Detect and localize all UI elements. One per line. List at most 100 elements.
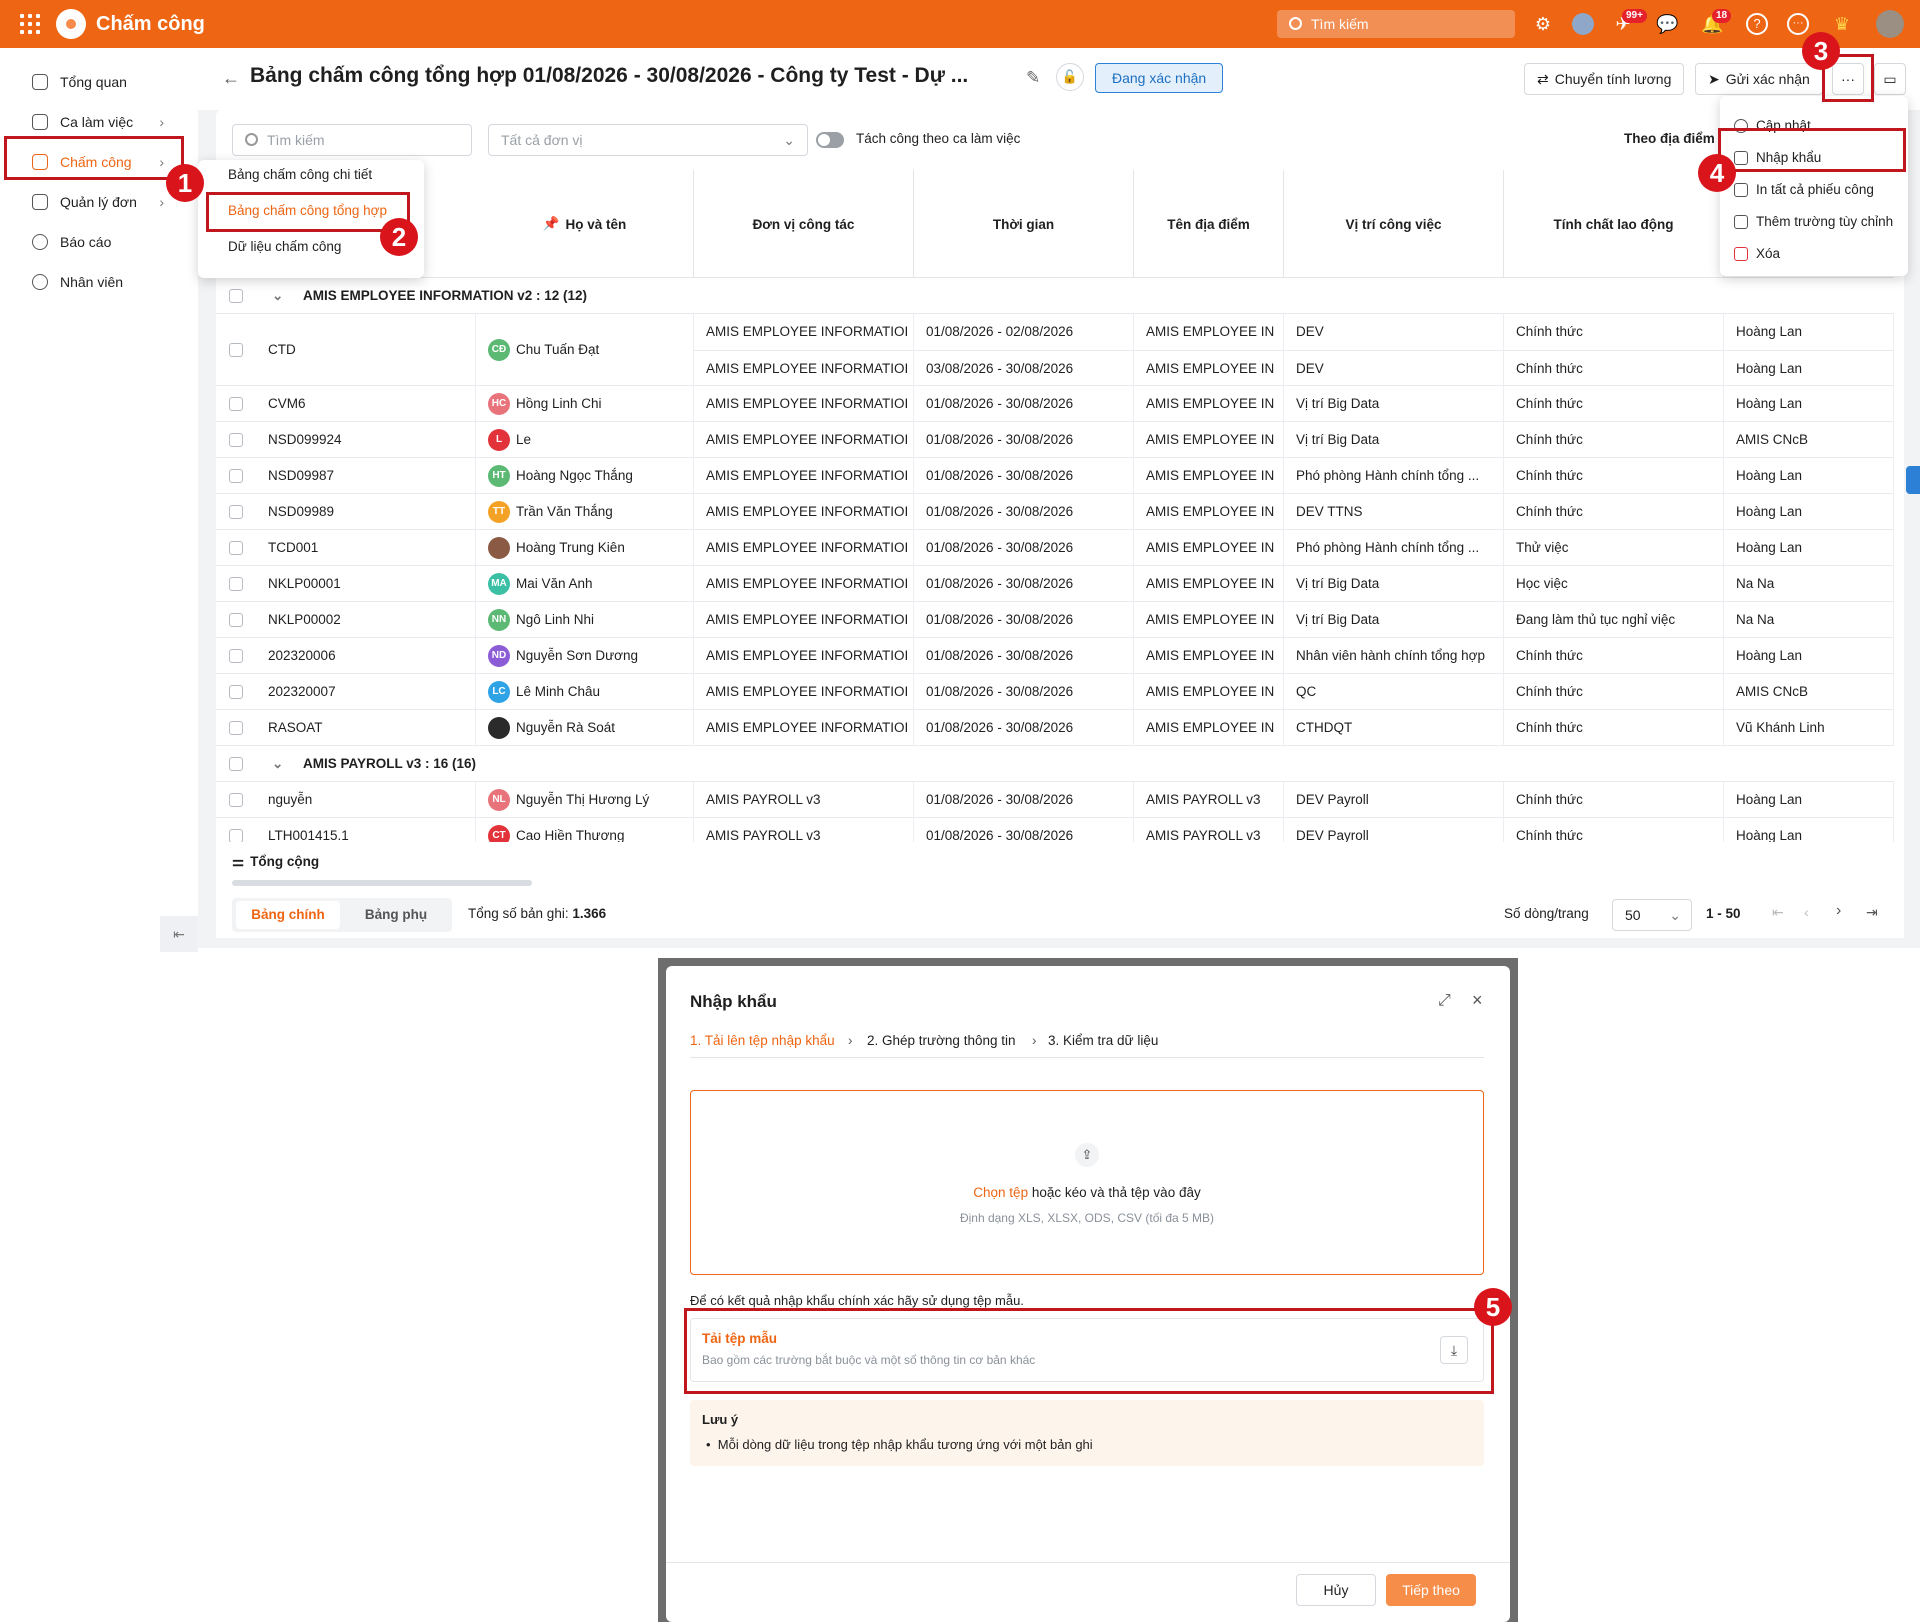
row-checkbox[interactable] — [229, 721, 243, 735]
table-cell: AMIS EMPLOYEE INFORMATIOI — [694, 530, 914, 566]
header-position[interactable]: Vị trí công việc — [1284, 170, 1504, 278]
gift-icon[interactable]: ♛ — [1831, 13, 1853, 35]
table-row[interactable]: CTD CĐ Chu Tuấn Đạt AMIS EMPLOYEE INFORMATI… — [216, 314, 1894, 386]
user-switch-icon[interactable] — [1572, 13, 1594, 35]
cancel-button[interactable]: Hủy — [1296, 1574, 1376, 1606]
table-row[interactable]: 202320007 LC Lê Minh Châu AMIS EMPLOYEE INF… — [216, 674, 1894, 710]
horizontal-scrollbar[interactable] — [232, 880, 532, 886]
sidebar-item-employees[interactable]: Nhân viên — [0, 262, 198, 302]
more-apps-icon[interactable]: ··· — [1787, 13, 1809, 35]
side-panel-handle[interactable] — [1906, 466, 1920, 494]
table-cell: AMIS PAYROLL v3 — [694, 782, 914, 818]
last-page-icon[interactable]: ⇥ — [1866, 904, 1878, 921]
row-checkbox[interactable] — [229, 757, 243, 771]
row-checkbox[interactable] — [229, 289, 243, 303]
header-place[interactable]: Tên địa điểm — [1134, 170, 1284, 278]
table-row[interactable]: CVM6 HC Hồng Linh Chi AMIS EMPLOYEE INFORMA… — [216, 386, 1894, 422]
avatar[interactable] — [1876, 10, 1904, 38]
sidebar-item-reports[interactable]: Báo cáo — [0, 222, 198, 262]
next-page-icon[interactable]: › — [1836, 902, 1841, 920]
row-checkbox[interactable] — [229, 829, 243, 842]
submenu-attendance-data[interactable]: Dữ liệu chấm công — [228, 232, 341, 262]
row-checkbox[interactable] — [229, 505, 243, 519]
table-row[interactable]: NKLP00002 NN Ngô Linh Nhi AMIS EMPLOYEE INF… — [216, 602, 1894, 638]
table-row[interactable]: LTH001415.1 CT Cao Hiền Thương AMIS PAYROLL… — [216, 818, 1894, 842]
tab-sub-table[interactable]: Bảng phụ — [344, 901, 448, 929]
menu-delete[interactable]: Xóa — [1734, 239, 1780, 269]
app-launcher-icon[interactable] — [20, 14, 40, 34]
choose-file-link[interactable]: Chọn tệp — [973, 1185, 1028, 1200]
row-checkbox[interactable] — [229, 577, 243, 591]
chevron-right-icon: › — [848, 1033, 853, 1048]
edit-icon[interactable]: ✎ — [1026, 68, 1040, 88]
menu-add-custom-field[interactable]: Thêm trường tùy chỉnh — [1734, 207, 1893, 237]
table-cell: AMIS EMPLOYEE INFORMATIOI — [694, 422, 914, 458]
group-row[interactable]: ⌄ AMIS PAYROLL v3 : 16 (16) — [216, 746, 1894, 782]
table-row[interactable]: 202320006 ND Nguyễn Sơn Dương AMIS EMPLOYEE… — [216, 638, 1894, 674]
name-cell: ND Nguyễn Sơn Dương — [476, 638, 694, 674]
global-search-input[interactable]: Tìm kiếm — [1277, 10, 1515, 38]
table-row[interactable]: TCD001 Hoàng Trung Kiên AMIS EMPLOYEE INFO… — [216, 530, 1894, 566]
trash-icon — [1734, 247, 1748, 262]
table-search-input[interactable]: Tìm kiếm — [232, 124, 472, 156]
table-row[interactable]: nguyễn NL Nguyễn Thị Hương Lý AMIS PAYROLL … — [216, 782, 1894, 818]
row-checkbox[interactable] — [229, 469, 243, 483]
table-cell: Chính thức — [1504, 674, 1724, 710]
search-icon — [1289, 17, 1302, 30]
help-icon[interactable]: ? — [1746, 13, 1768, 35]
header-work-type[interactable]: Tính chất lao động — [1504, 170, 1724, 278]
pie-chart-icon — [32, 234, 48, 250]
tab-main-table[interactable]: Bảng chính — [236, 901, 340, 929]
table-row[interactable]: NSD099924 L Le AMIS EMPLOYEE INFORMATIOI 01/… — [216, 422, 1894, 458]
row-checkbox[interactable] — [229, 343, 243, 357]
header-time[interactable]: Thời gian — [914, 170, 1134, 278]
row-checkbox[interactable] — [229, 613, 243, 627]
name-cell: CĐ Chu Tuấn Đạt — [476, 314, 694, 386]
close-icon[interactable]: × — [1472, 990, 1483, 1011]
table-cell: NKLP00001 — [256, 566, 476, 602]
unit-select[interactable]: Tất cả đơn vị ⌄ — [488, 124, 808, 156]
submenu-detail-sheet[interactable]: Bảng chấm công chi tiết — [228, 160, 372, 190]
collapse-sidebar-icon[interactable]: ⇤ — [160, 916, 198, 952]
menu-print-all[interactable]: In tất cả phiếu công — [1734, 175, 1874, 205]
sidebar-item-overview[interactable]: Tổng quan — [0, 62, 198, 102]
send-confirm-button[interactable]: ➤ Gửi xác nhận — [1695, 63, 1823, 95]
row-checkbox[interactable] — [229, 649, 243, 663]
printer-icon — [1734, 183, 1748, 198]
header-name[interactable]: 📌 Họ và tên — [476, 170, 694, 278]
table-cell: DEV — [1284, 314, 1504, 350]
name-cell: HC Hồng Linh Chi — [476, 386, 694, 422]
split-shift-toggle[interactable] — [816, 132, 844, 148]
table-row[interactable]: NSD09987 HT Hoàng Ngọc Thắng AMIS EMPLOYEE … — [216, 458, 1894, 494]
transfer-payroll-button[interactable]: ⇄ Chuyển tính lương — [1524, 63, 1685, 95]
chat-icon[interactable]: 💬 — [1656, 13, 1678, 35]
table-row[interactable]: NKLP00001 MA Mai Văn Anh AMIS EMPLOYEE INFO… — [216, 566, 1894, 602]
first-page-icon[interactable]: ⇤ — [1772, 904, 1784, 921]
table-row[interactable]: NSD09989 TT Trần Văn Thắng AMIS EMPLOYEE IN… — [216, 494, 1894, 530]
more-actions-menu: Cập nhật Nhập khẩu In tất cả phiếu công … — [1720, 96, 1908, 276]
back-arrow-icon[interactable]: ← — [222, 68, 240, 89]
row-checkbox[interactable] — [229, 793, 243, 807]
table-cell: AMIS EMPLOYEE IN — [1134, 494, 1284, 530]
name-cell: NL Nguyễn Thị Hương Lý — [476, 782, 694, 818]
table-cell: Nhân viên hành chính tổng hợp — [1284, 638, 1504, 674]
table-cell: Chính thức — [1504, 422, 1724, 458]
settings-icon[interactable]: ⚙ — [1532, 13, 1554, 35]
group-row[interactable]: ⌄ AMIS EMPLOYEE INFORMATION v2 : 12 (12) — [216, 278, 1894, 314]
unlock-icon[interactable]: 🔓 — [1056, 63, 1084, 91]
row-checkbox[interactable] — [229, 541, 243, 555]
row-checkbox[interactable] — [229, 433, 243, 447]
rows-per-page-select[interactable]: 50 ⌄ — [1612, 899, 1692, 931]
table-row[interactable]: RASOAT Nguyễn Rà Soát AMIS EMPLOYEE INFORM… — [216, 710, 1894, 746]
expand-icon[interactable]: ⤢ — [1438, 992, 1451, 1010]
table-cell: 202320007 — [256, 674, 476, 710]
next-button[interactable]: Tiếp theo — [1386, 1574, 1476, 1606]
table-cell: Chính thức — [1504, 314, 1724, 350]
name-cell: CT Cao Hiền Thương — [476, 818, 694, 842]
prev-page-icon[interactable]: ‹ — [1804, 904, 1809, 920]
comment-icon[interactable]: ▭ — [1874, 63, 1906, 95]
row-checkbox[interactable] — [229, 397, 243, 411]
file-drop-zone[interactable] — [690, 1090, 1484, 1275]
row-checkbox[interactable] — [229, 685, 243, 699]
header-unit[interactable]: Đơn vị công tác — [694, 170, 914, 278]
